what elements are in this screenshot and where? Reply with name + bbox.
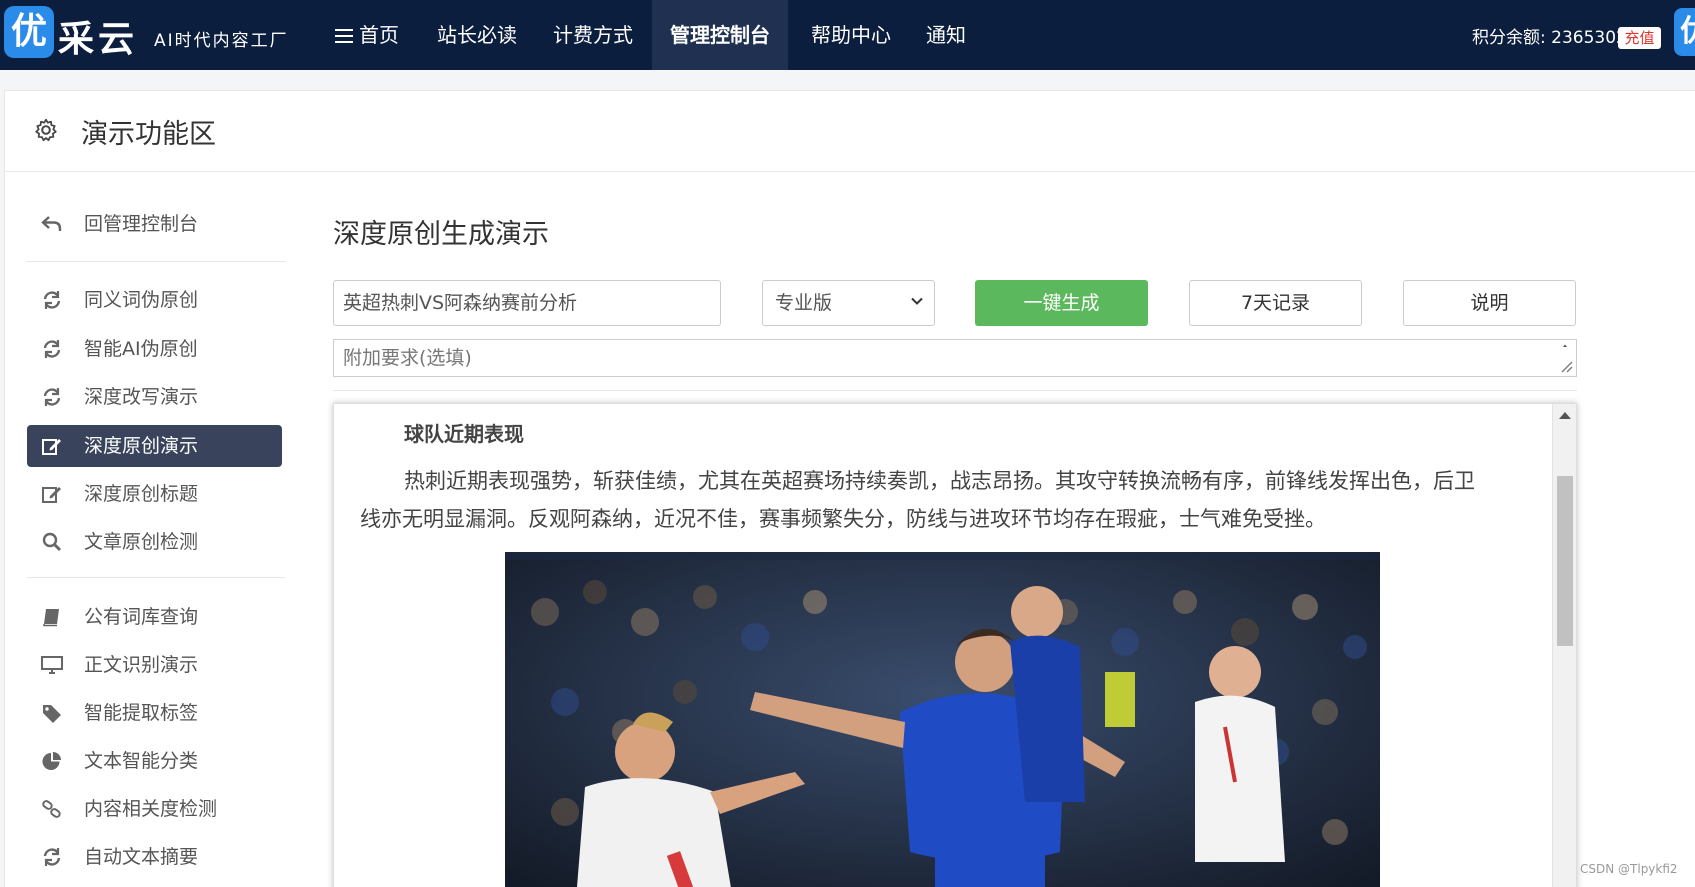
sidebar-item-label: 深度改写演示 — [84, 386, 199, 408]
gear-icon — [35, 118, 57, 142]
logo-badge[interactable]: 优 — [4, 6, 54, 58]
back-arrow-icon — [41, 216, 62, 231]
content-scrollbar[interactable] — [1552, 404, 1576, 887]
link-icon — [42, 800, 61, 818]
sidebar-item-text-recognition[interactable]: 正文识别演示 — [27, 644, 282, 686]
article-photo — [505, 552, 1380, 887]
sidebar-item-label: 文章原创检测 — [84, 531, 199, 553]
book-icon — [43, 609, 59, 627]
sidebar-item-text-classify[interactable]: 文本智能分类 — [27, 740, 282, 782]
generate-button[interactable]: 一键生成 — [975, 280, 1148, 326]
top-navbar: 优 采云 AI时代内容工厂 首页 站长必读 计费方式 管理控制台 帮助中心 通知… — [0, 0, 1695, 70]
points-balance: 积分余额: 2365302 — [1472, 28, 1627, 48]
help-button[interactable]: 说明 — [1403, 280, 1576, 326]
sidebar-item-label: 公有词库查询 — [84, 606, 199, 628]
sidebar-item-synonym-rewrite[interactable]: 同义词伪原创 — [27, 279, 282, 321]
refresh-icon — [43, 340, 61, 358]
sidebar-divider — [27, 261, 285, 262]
edition-select[interactable]: 专业版 — [762, 280, 935, 326]
chevron-down-icon — [911, 297, 923, 305]
panel-title: 演示功能区 — [81, 119, 216, 150]
sidebar-item-label: 内容相关度检测 — [84, 798, 218, 820]
nav-home[interactable]: 首页 — [318, 0, 416, 70]
sidebar-item-label: 深度原创标题 — [84, 483, 199, 505]
refresh-icon — [43, 848, 61, 866]
history-button[interactable]: 7天记录 — [1189, 280, 1362, 326]
nav-webmaster-guide[interactable]: 站长必读 — [426, 0, 528, 70]
sidebar-item-ai-rewrite[interactable]: 智能AI伪原创 — [27, 328, 282, 370]
scroll-up-icon[interactable] — [1559, 412, 1571, 419]
nav-console[interactable]: 管理控制台 — [652, 0, 788, 70]
extra-requirements-placeholder: 附加要求(选填) — [343, 347, 472, 369]
monitor-icon — [41, 656, 63, 674]
article-subheading: 球队近期表现 — [404, 422, 524, 446]
sidebar-item-deep-title[interactable]: 深度原创标题 — [27, 473, 282, 515]
nav-pricing[interactable]: 计费方式 — [542, 0, 644, 70]
sidebar-item-deep-original[interactable]: 深度原创演示 — [27, 425, 282, 467]
divider — [333, 390, 1577, 391]
recharge-button[interactable]: 充值 — [1618, 27, 1661, 49]
tag-icon — [43, 705, 61, 723]
keyword-input[interactable]: 英超热刺VS阿森纳赛前分析 — [333, 280, 721, 326]
panel-header: 演示功能区 — [5, 91, 1695, 172]
edit-icon — [42, 487, 61, 503]
pie-chart-icon — [42, 752, 61, 770]
sidebar-item-auto-summary[interactable]: 自动文本摘要 — [27, 836, 282, 878]
article-paragraph: 热刺近期表现强势，斩获佳绩，尤其在英超赛场持续奏凯，战志昂扬。其攻守转换流畅有序… — [360, 469, 1475, 531]
nav-home-label: 首页 — [359, 23, 399, 47]
sidebar-item-originality-check[interactable]: 文章原创检测 — [27, 521, 282, 563]
watermark: CSDN @Tlpykfi2 — [1580, 862, 1678, 876]
nav-help-center[interactable]: 帮助中心 — [800, 0, 902, 70]
section-title: 深度原创生成演示 — [333, 219, 549, 250]
sidebar-item-label: 深度原创演示 — [84, 435, 199, 457]
sidebar-divider — [27, 577, 285, 578]
sidebar-item-label: 文本智能分类 — [84, 750, 199, 772]
sidebar-item-label: 自动文本摘要 — [84, 846, 199, 868]
logo-text[interactable]: 采云 — [58, 10, 138, 62]
sidebar-item-label: 智能AI伪原创 — [84, 338, 198, 360]
avatar[interactable]: 优 — [1674, 8, 1695, 56]
menu-icon — [335, 29, 353, 43]
sidebar-item-back-console[interactable]: 回管理控制台 — [27, 203, 282, 245]
refresh-icon — [43, 291, 61, 309]
sidebar-item-relevance-check[interactable]: 内容相关度检测 — [27, 788, 282, 830]
extra-requirements-textarea[interactable]: 附加要求(选填) — [333, 339, 1577, 377]
sidebar-item-public-lexicon[interactable]: 公有词库查询 — [27, 596, 282, 638]
search-icon — [42, 532, 62, 552]
refresh-icon — [43, 388, 61, 406]
edition-select-value: 专业版 — [775, 292, 833, 314]
sidebar-item-label: 智能提取标签 — [84, 702, 199, 724]
article-preview[interactable]: 球队近期表现 热刺近期表现强势，斩获佳绩，尤其在英超赛场持续奏凯，战志昂扬。其攻… — [333, 403, 1577, 887]
sidebar-item-label: 同义词伪原创 — [84, 289, 199, 311]
edit-icon — [42, 439, 61, 455]
scroll-thumb[interactable] — [1557, 476, 1573, 646]
nav-notifications[interactable]: 通知 — [916, 0, 976, 70]
sidebar-item-deep-rewrite[interactable]: 深度改写演示 — [27, 376, 282, 418]
sidebar-item-label: 回管理控制台 — [84, 213, 199, 235]
sidebar-item-label: 正文识别演示 — [84, 654, 199, 676]
slogan: AI时代内容工厂 — [154, 31, 289, 51]
sidebar-item-tag-extract[interactable]: 智能提取标签 — [27, 692, 282, 734]
resize-handle-icon[interactable] — [1556, 342, 1574, 374]
